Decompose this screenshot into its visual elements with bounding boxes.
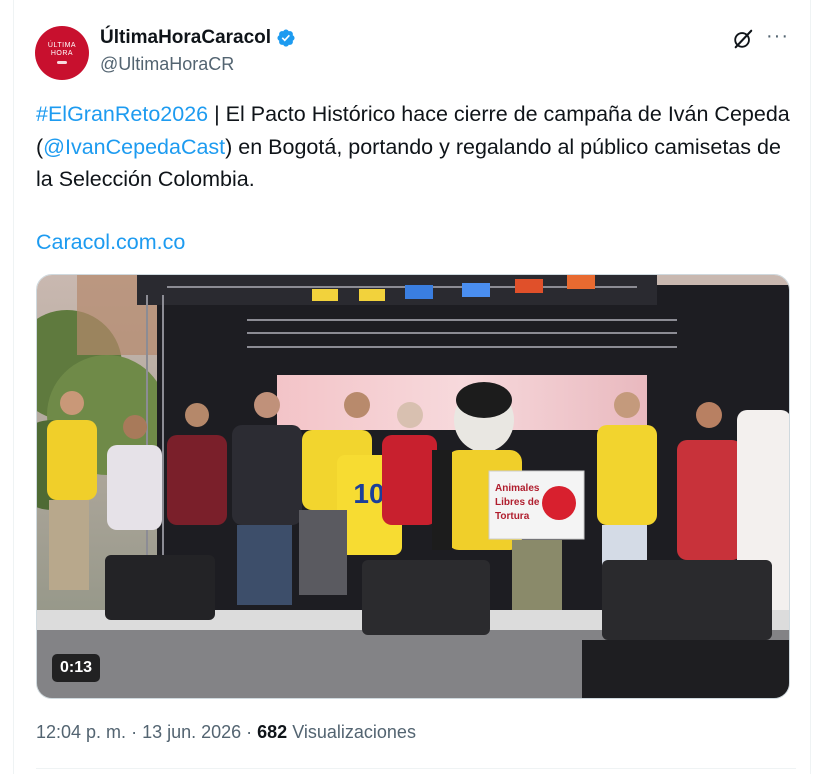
views-label: Visualizaciones	[287, 722, 416, 742]
more-options-button[interactable]: ···	[766, 26, 789, 46]
grok-icon[interactable]	[732, 28, 754, 50]
author-display-name[interactable]: ÚltimaHoraCaracol	[100, 27, 271, 49]
meta-separator: ·	[126, 722, 143, 742]
tweet-link-line: Caracol.com.co	[36, 226, 185, 258]
jersey-number: 10	[353, 478, 384, 509]
avatar-text-2: HORA	[50, 50, 74, 57]
tweet-time[interactable]: 12:04 p. m.	[36, 722, 126, 742]
tweet-text: #ElGranReto2026 | El Pacto Histórico hac…	[36, 98, 796, 196]
banner-line-1: Animales	[495, 483, 540, 494]
views-count: 682	[257, 722, 288, 742]
avatar-logo-mark	[57, 61, 67, 64]
video-duration: 0:13	[52, 654, 101, 682]
external-link[interactable]: Caracol.com.co	[36, 230, 185, 254]
divider	[36, 768, 796, 769]
hashtag-link[interactable]: #ElGranReto2026	[36, 102, 208, 126]
avatar-text-1: ÚLTIMA	[47, 42, 77, 49]
mention-link[interactable]: @IvanCepedaCast	[43, 135, 225, 159]
author-handle[interactable]: @UltimaHoraCR	[100, 54, 234, 75]
verified-badge-icon[interactable]	[276, 28, 296, 48]
video-player[interactable]: 10 Animales Libres de Tortura	[36, 274, 790, 699]
banner-line-3: Tortura	[495, 511, 530, 522]
tweet-meta: 12:04 p. m. · 13 jun. 2026 · 682 Visuali…	[36, 722, 416, 743]
banner-line-2: Libres de	[495, 497, 540, 508]
meta-separator-2: ·	[241, 722, 258, 742]
avatar[interactable]: ÚLTIMA HORA	[35, 26, 89, 80]
video-frame: 10 Animales Libres de Tortura	[37, 275, 789, 698]
author-name-row: ÚltimaHoraCaracol	[100, 27, 296, 49]
tweet-date[interactable]: 13 jun. 2026	[142, 722, 241, 742]
